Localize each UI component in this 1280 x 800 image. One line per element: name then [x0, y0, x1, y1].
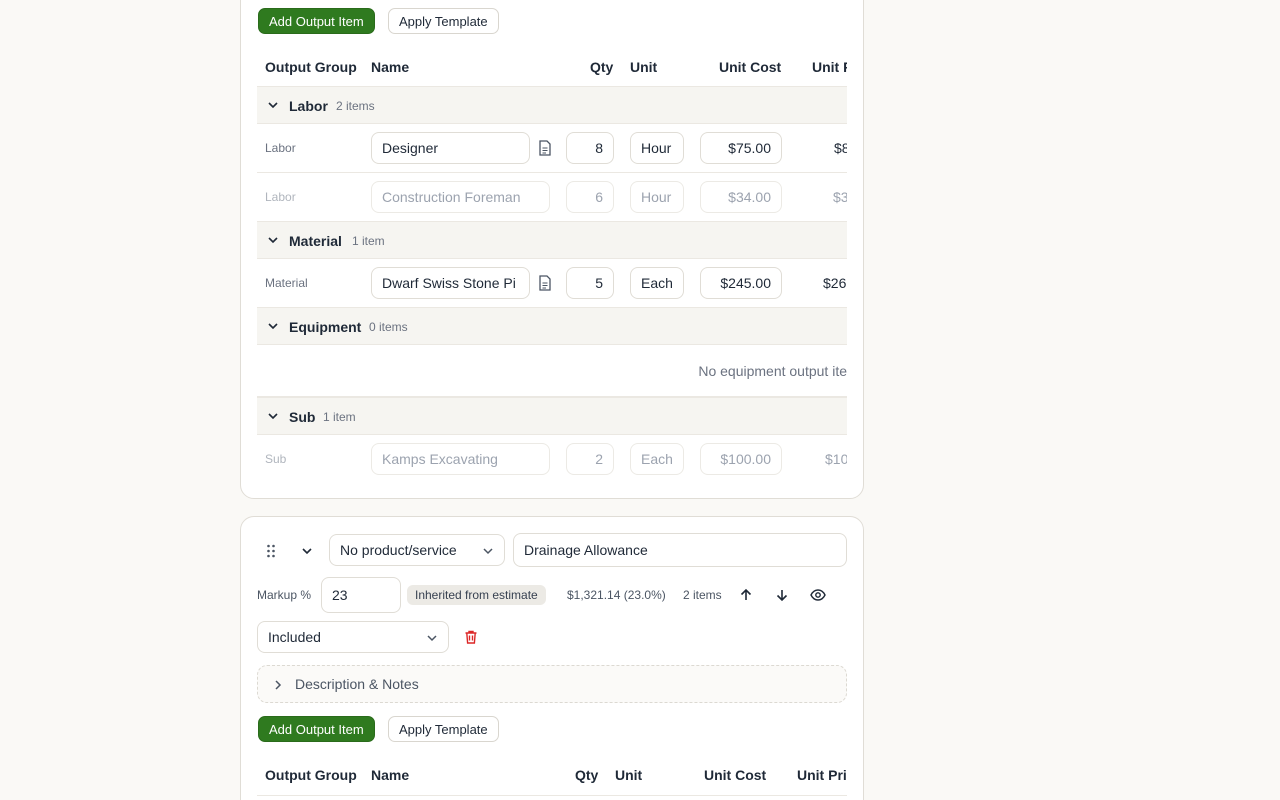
description-notes-toggle[interactable]: Description & Notes [257, 665, 847, 703]
move-down-icon[interactable] [774, 587, 790, 603]
description-notes-label: Description & Notes [295, 676, 419, 692]
column-header-name[interactable]: Name [371, 59, 409, 75]
column-header-unit-price[interactable]: Unit Pri [797, 767, 847, 783]
column-header-unit[interactable]: Unit [630, 59, 657, 75]
group-count: 2 items [336, 99, 375, 113]
table-row: Material Dwarf Swiss Stone Pi 5 Each $24… [257, 259, 847, 308]
eye-icon[interactable] [810, 587, 826, 603]
unit-price: $26 [823, 275, 847, 291]
name-input[interactable]: Dwarf Swiss Stone Pi [371, 267, 530, 299]
group-count: 1 item [323, 410, 356, 424]
section-title-input[interactable]: Drainage Allowance [513, 533, 847, 567]
output-items-table: Output Group Name Qty Unit Unit Cost Uni… [257, 761, 847, 800]
unit-price: $10 [825, 451, 847, 467]
markup-input[interactable]: 23 [321, 577, 401, 613]
product-service-select[interactable]: No product/service [329, 534, 505, 566]
column-header-qty[interactable]: Qty [575, 767, 598, 783]
table-row: Sub Kamps Excavating 2 Each $100.00 $10 [257, 435, 847, 484]
inherited-badge: Inherited from estimate [407, 585, 546, 605]
inclusion-select[interactable]: Included [257, 621, 449, 653]
column-header-output-group[interactable]: Output Group [265, 59, 357, 75]
group-name: Equipment [289, 319, 362, 335]
table-row: Labor Construction Foreman 6 Hour $34.00… [257, 173, 847, 222]
chevron-down-icon [268, 323, 278, 330]
group-header-equipment[interactable]: Equipment 0 items [257, 307, 847, 345]
table-divider [257, 795, 847, 796]
qty-input[interactable]: 6 [566, 181, 614, 213]
group-name: Sub [289, 409, 316, 425]
column-header-unit[interactable]: Unit [615, 767, 642, 783]
name-input[interactable]: Kamps Excavating [371, 443, 550, 475]
group-header-sub[interactable]: Sub 1 item [257, 397, 847, 435]
trash-icon[interactable] [463, 629, 479, 645]
unit-select[interactable]: Each [630, 267, 684, 299]
name-input[interactable]: Construction Foreman [371, 181, 550, 213]
row-group: Labor [265, 141, 296, 155]
column-header-unit-cost[interactable]: Unit Cost [704, 767, 766, 783]
unit-cost-input[interactable]: $75.00 [700, 132, 782, 164]
row-group: Labor [265, 190, 296, 204]
column-header-qty[interactable]: Qty [590, 59, 613, 75]
qty-input[interactable]: 5 [566, 267, 614, 299]
table-row: Labor Designer 8 Hour $75.00 $8 [257, 124, 847, 173]
chevron-down-icon [483, 548, 493, 555]
group-header-labor[interactable]: Labor 2 items [257, 86, 847, 124]
output-items-table: Output Group Name Qty Unit Unit Cost Uni… [257, 53, 847, 493]
unit-price: $3 [833, 189, 847, 205]
product-service-value: No product/service [340, 542, 457, 558]
group-count: 1 item [352, 234, 385, 248]
row-group: Material [265, 276, 308, 290]
chevron-down-icon [268, 413, 278, 420]
name-input[interactable]: Designer [371, 132, 530, 164]
collapse-chevron-icon[interactable] [301, 545, 313, 557]
document-icon[interactable] [538, 275, 552, 291]
group-name: Material [289, 233, 342, 249]
qty-input[interactable]: 2 [566, 443, 614, 475]
chevron-down-icon [268, 102, 278, 109]
column-header-output-group[interactable]: Output Group [265, 767, 357, 783]
add-output-item-button[interactable]: Add Output Item [258, 8, 375, 34]
unit-select[interactable]: Hour [630, 132, 684, 164]
apply-template-button[interactable]: Apply Template [388, 716, 499, 742]
group-header-material[interactable]: Material 1 item [257, 221, 847, 259]
add-output-item-button[interactable]: Add Output Item [258, 716, 375, 742]
unit-cost-input[interactable]: $100.00 [700, 443, 782, 475]
column-header-name[interactable]: Name [371, 767, 409, 783]
unit-select[interactable]: Hour [630, 181, 684, 213]
markup-label: Markup % [257, 588, 312, 602]
unit-price: $8 [834, 140, 847, 156]
apply-template-button[interactable]: Apply Template [388, 8, 499, 34]
item-count: 2 items [683, 588, 722, 602]
drag-handle-icon[interactable] [266, 544, 276, 558]
unit-select[interactable]: Each [630, 443, 684, 475]
unit-cost-input[interactable]: $34.00 [700, 181, 782, 213]
qty-input[interactable]: 8 [566, 132, 614, 164]
column-header-unit-cost[interactable]: Unit Cost [719, 59, 781, 75]
empty-state-row: No equipment output ite [257, 345, 847, 397]
group-name: Labor [289, 98, 328, 114]
markup-amount: $1,321.14 (23.0%) [567, 588, 666, 602]
document-icon[interactable] [538, 140, 552, 156]
empty-message: No equipment output ite [698, 363, 847, 379]
chevron-down-icon [427, 635, 437, 642]
section-card: Add Output Item Apply Template Output Gr… [240, 0, 864, 499]
section-card: No product/service Drainage Allowance Ma… [240, 516, 864, 800]
chevron-down-icon [268, 237, 278, 244]
unit-cost-input[interactable]: $245.00 [700, 267, 782, 299]
group-count: 0 items [369, 320, 408, 334]
chevron-right-icon [275, 680, 282, 690]
row-group: Sub [265, 452, 287, 466]
move-up-icon[interactable] [738, 587, 754, 603]
column-header-unit-price[interactable]: Unit P [812, 59, 847, 75]
inclusion-value: Included [268, 629, 321, 645]
